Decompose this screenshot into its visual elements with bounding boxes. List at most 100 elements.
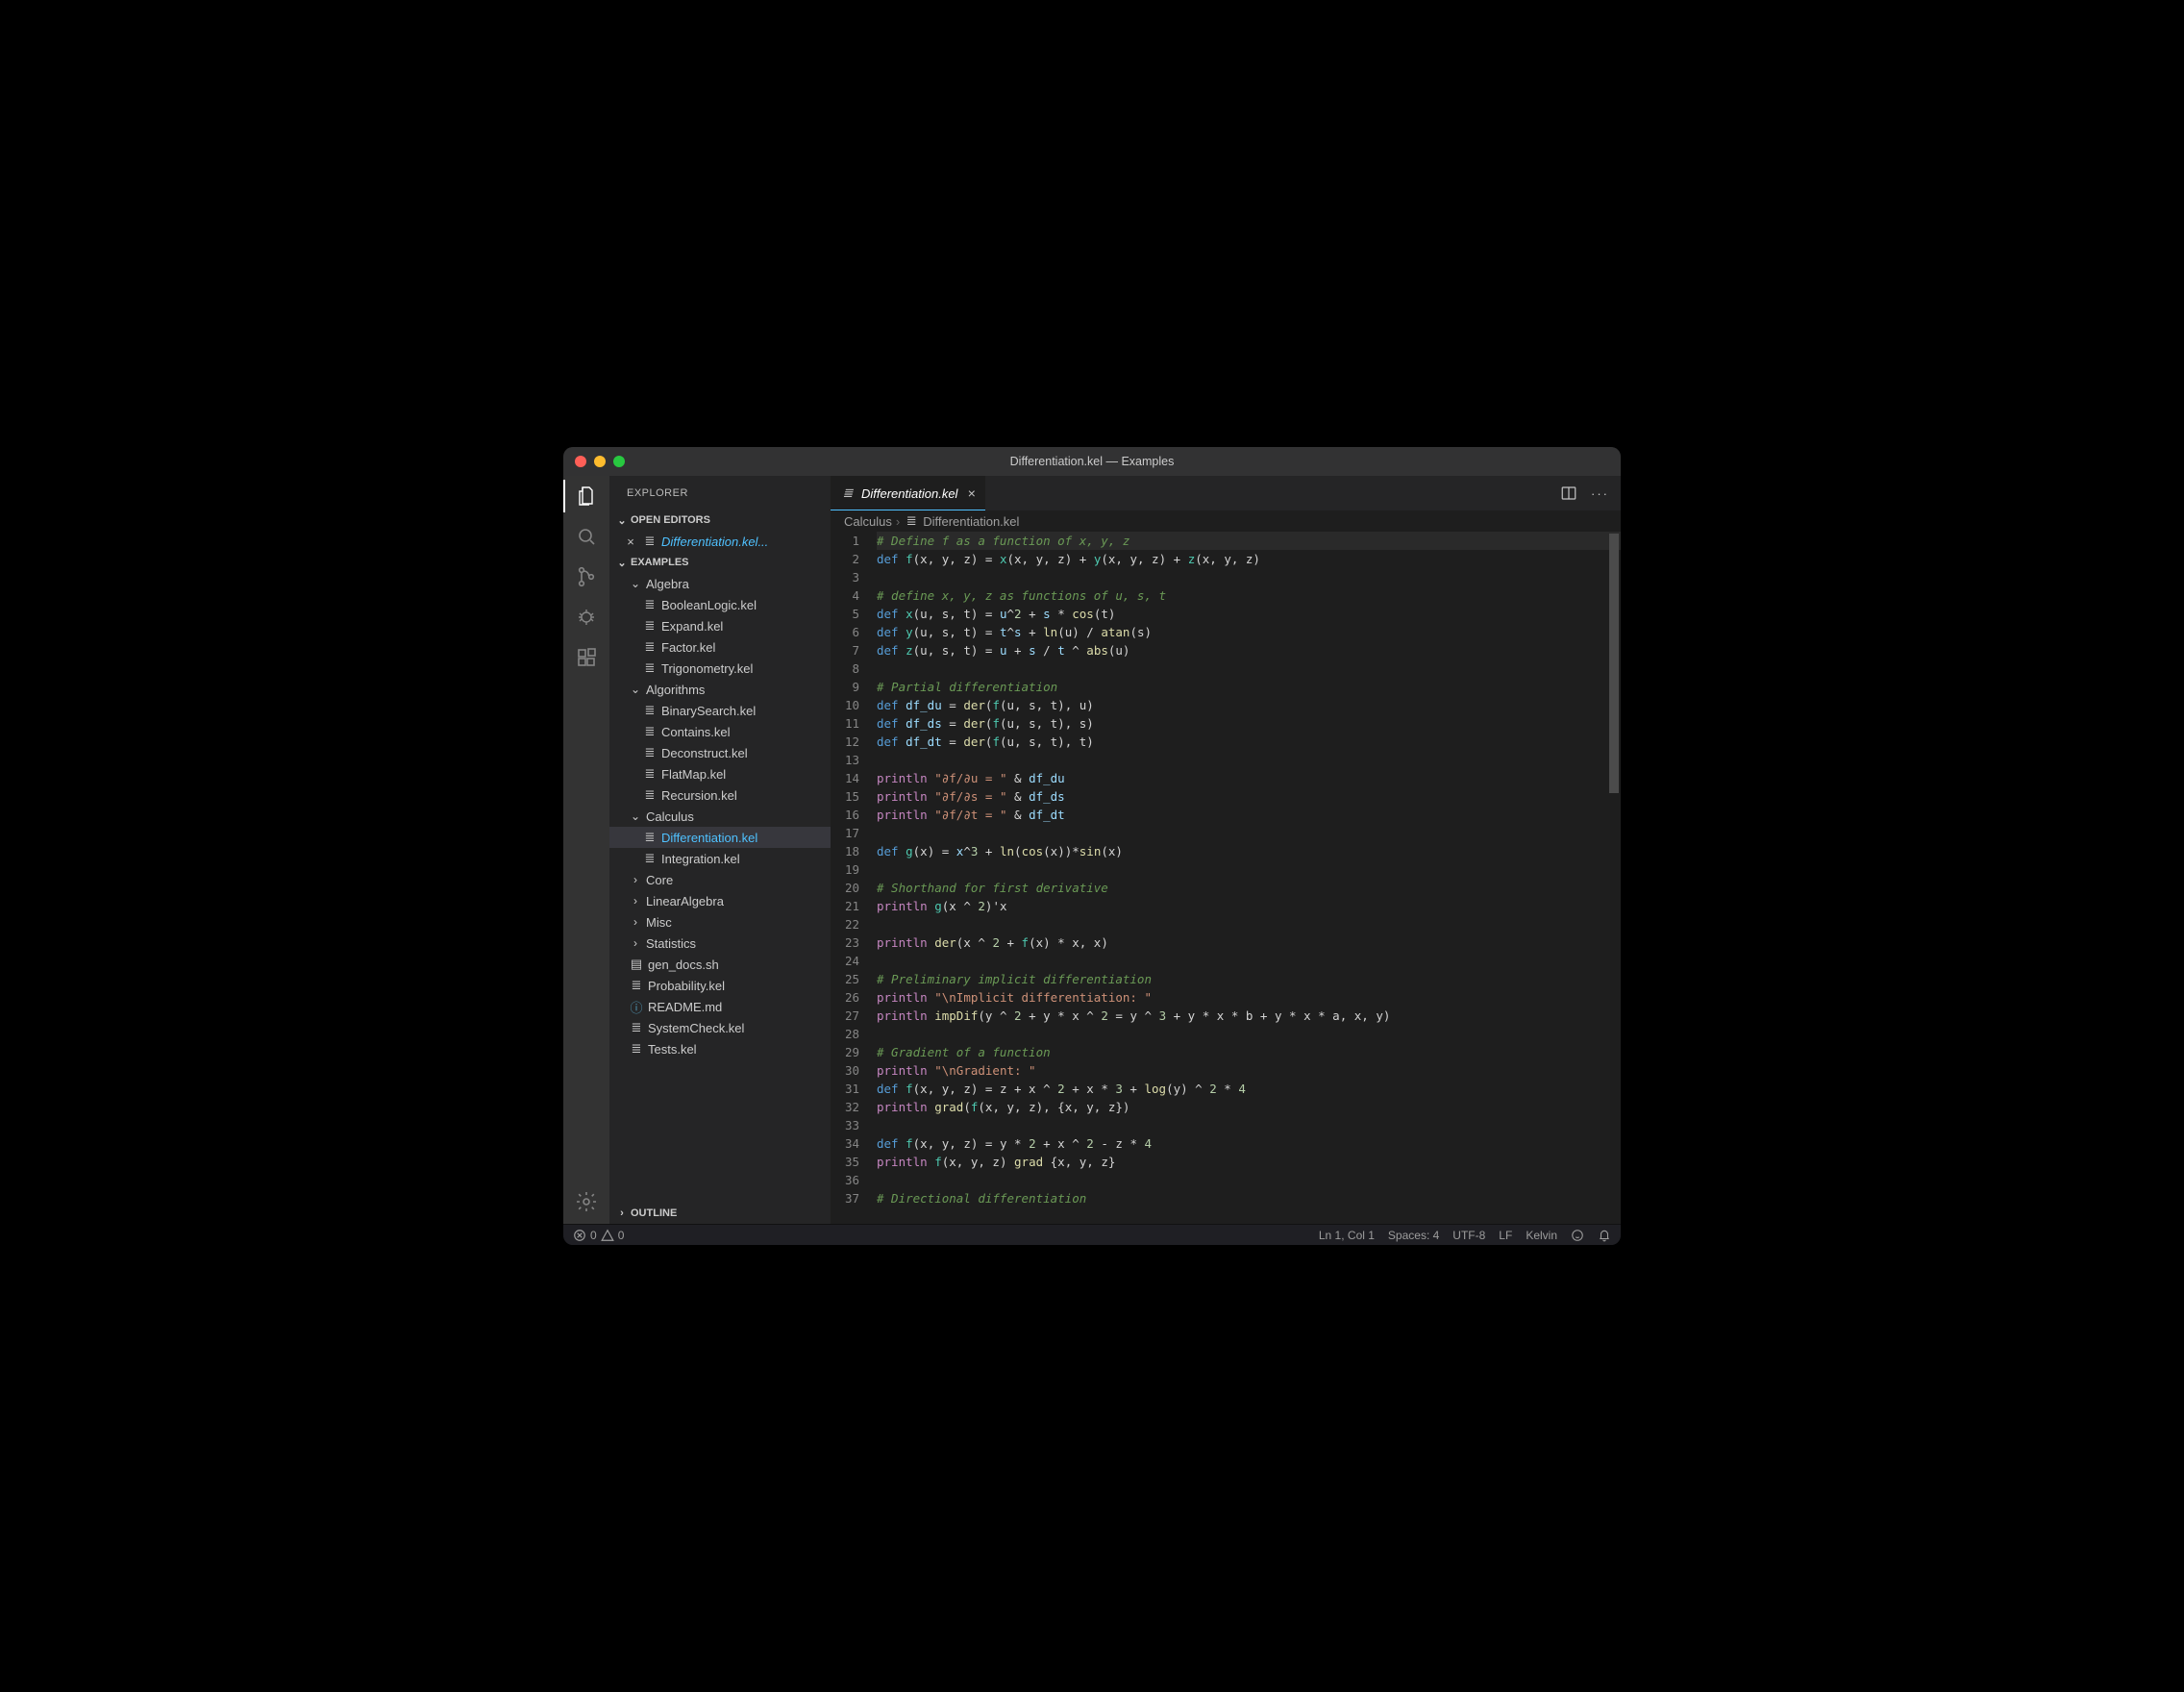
file-item[interactable]: ≣FlatMap.kel [609,763,831,784]
status-language[interactable]: Kelvin [1526,1229,1557,1242]
status-feedback-icon[interactable] [1571,1229,1584,1242]
status-bell-icon[interactable] [1598,1229,1611,1242]
status-encoding[interactable]: UTF-8 [1452,1229,1485,1242]
close-window-button[interactable] [575,456,586,467]
file-item[interactable]: ⓘREADME.md [609,996,831,1017]
minimize-window-button[interactable] [594,456,606,467]
file-icon: ≣ [642,745,658,760]
file-item[interactable]: ≣Differentiation.kel [609,827,831,848]
file-item[interactable]: ≣BooleanLogic.kel [609,594,831,615]
file-item[interactable]: ≣Recursion.kel [609,784,831,806]
file-icon: ≣ [642,597,658,612]
file-item[interactable]: ≣ Tests.kel [609,1038,831,1059]
more-actions-icon[interactable]: ··· [1591,486,1609,501]
maximize-window-button[interactable] [613,456,625,467]
workspace-root-header[interactable]: ⌄ EXAMPLES [609,552,831,573]
sidebar-title: EXPLORER [609,476,831,510]
file-label: FlatMap.kel [661,767,825,782]
activity-bar [563,476,609,1224]
split-editor-icon[interactable] [1560,485,1577,502]
workspace-root-label: EXAMPLES [631,557,689,568]
open-editor-item[interactable]: ×≣Differentiation.kel... [609,531,831,552]
status-indentation[interactable]: Spaces: 4 [1388,1229,1439,1242]
chevron-down-icon: ⌄ [629,683,642,696]
tab-bar: ≣ Differentiation.kel × ··· [831,476,1621,510]
file-label: Tests.kel [648,1042,825,1057]
file-label: Integration.kel [661,852,825,866]
folder-item[interactable]: ›LinearAlgebra [609,890,831,911]
outline-header[interactable]: › OUTLINE [609,1203,831,1224]
folder-label: Calculus [646,809,825,824]
status-problems[interactable]: 0 0 [573,1229,624,1242]
file-icon: ≣ [642,618,658,634]
chevron-down-icon: ⌄ [629,577,642,590]
file-icon: ≣ [642,534,658,549]
breadcrumbs[interactable]: Calculus › ≣ Differentiation.kel [831,510,1621,532]
folder-item[interactable]: ⌄ Algorithms [609,679,831,700]
folder-item[interactable]: ⌄ Calculus [609,806,831,827]
file-item[interactable]: ≣Contains.kel [609,721,831,742]
breadcrumb-file[interactable]: Differentiation.kel [923,514,1019,529]
close-icon[interactable]: × [623,535,638,549]
file-label: Probability.kel [648,979,825,993]
folder-item[interactable]: ⌄Algebra [609,573,831,594]
file-icon: ≣ [629,978,644,993]
file-icon: ≣ [642,660,658,676]
chevron-down-icon: ⌄ [615,514,629,527]
editor-group: ≣ Differentiation.kel × ··· Calculus › ≣… [831,476,1621,1224]
folder-item[interactable]: › Statistics [609,933,831,954]
outline-label: OUTLINE [631,1207,677,1219]
file-icon: ≣ [642,703,658,718]
window-title: Differentiation.kel — Examples [563,455,1621,468]
debug-icon[interactable] [574,605,599,630]
folder-label: Statistics [646,936,825,951]
sidebar: EXPLORER ⌄ OPEN EDITORS ×≣Differentiatio… [609,476,831,1224]
status-bar: 0 0 Ln 1, Col 1 Spaces: 4 UTF-8 LF Kelvi… [563,1224,1621,1245]
file-icon: ≣ [840,485,856,501]
close-tab-icon[interactable]: × [967,485,975,501]
file-item[interactable]: ≣BinarySearch.kel [609,700,831,721]
file-item[interactable]: ▤ gen_docs.sh [609,954,831,975]
open-editors-header[interactable]: ⌄ OPEN EDITORS [609,510,831,531]
file-label: Differentiation.kel [661,831,825,845]
file-icon: ▤ [629,957,644,972]
file-item[interactable]: ≣Factor.kel [609,636,831,658]
file-icon: ≣ [642,830,658,845]
chevron-right-icon: › [629,915,642,929]
status-eol[interactable]: LF [1499,1229,1512,1242]
status-cursor-position[interactable]: Ln 1, Col 1 [1319,1229,1375,1242]
settings-gear-icon[interactable] [574,1189,599,1214]
scrollbar-thumb[interactable] [1609,534,1619,793]
chevron-right-icon: › [629,894,642,908]
folder-item[interactable]: ›Misc [609,911,831,933]
file-item[interactable]: ≣ Probability.kel [609,975,831,996]
extensions-icon[interactable] [574,645,599,670]
folder-label: Algorithms [646,683,825,697]
code-content[interactable]: # Define f as a function of x, y, zdef f… [877,532,1621,1224]
file-label: gen_docs.sh [648,958,825,972]
file-icon: ≣ [642,639,658,655]
file-label: SystemCheck.kel [648,1021,825,1035]
file-icon: ≣ [629,1020,644,1035]
code-editor[interactable]: 1234567891011121314151617181920212223242… [831,532,1621,1224]
chevron-right-icon: › [629,936,642,950]
file-label: README.md [648,1000,825,1014]
explorer-icon[interactable] [574,484,599,509]
source-control-icon[interactable] [574,564,599,589]
chevron-down-icon: ⌄ [615,557,629,569]
file-item[interactable]: ≣ SystemCheck.kel [609,1017,831,1038]
file-item[interactable]: ≣Trigonometry.kel [609,658,831,679]
breadcrumb-folder[interactable]: Calculus [844,514,892,529]
chevron-down-icon: ⌄ [629,809,642,823]
file-item[interactable]: ≣Expand.kel [609,615,831,636]
file-item[interactable]: ≣Integration.kel [609,848,831,869]
file-label: Deconstruct.kel [661,746,825,760]
search-icon[interactable] [574,524,599,549]
chevron-right-icon: › [896,514,900,529]
status-warning-count: 0 [618,1229,625,1242]
file-item[interactable]: ≣Deconstruct.kel [609,742,831,763]
tab-differentiation[interactable]: ≣ Differentiation.kel × [831,476,986,510]
title-bar: Differentiation.kel — Examples [563,447,1621,476]
folder-item[interactable]: ›Core [609,869,831,890]
file-icon: ≣ [629,1041,644,1057]
